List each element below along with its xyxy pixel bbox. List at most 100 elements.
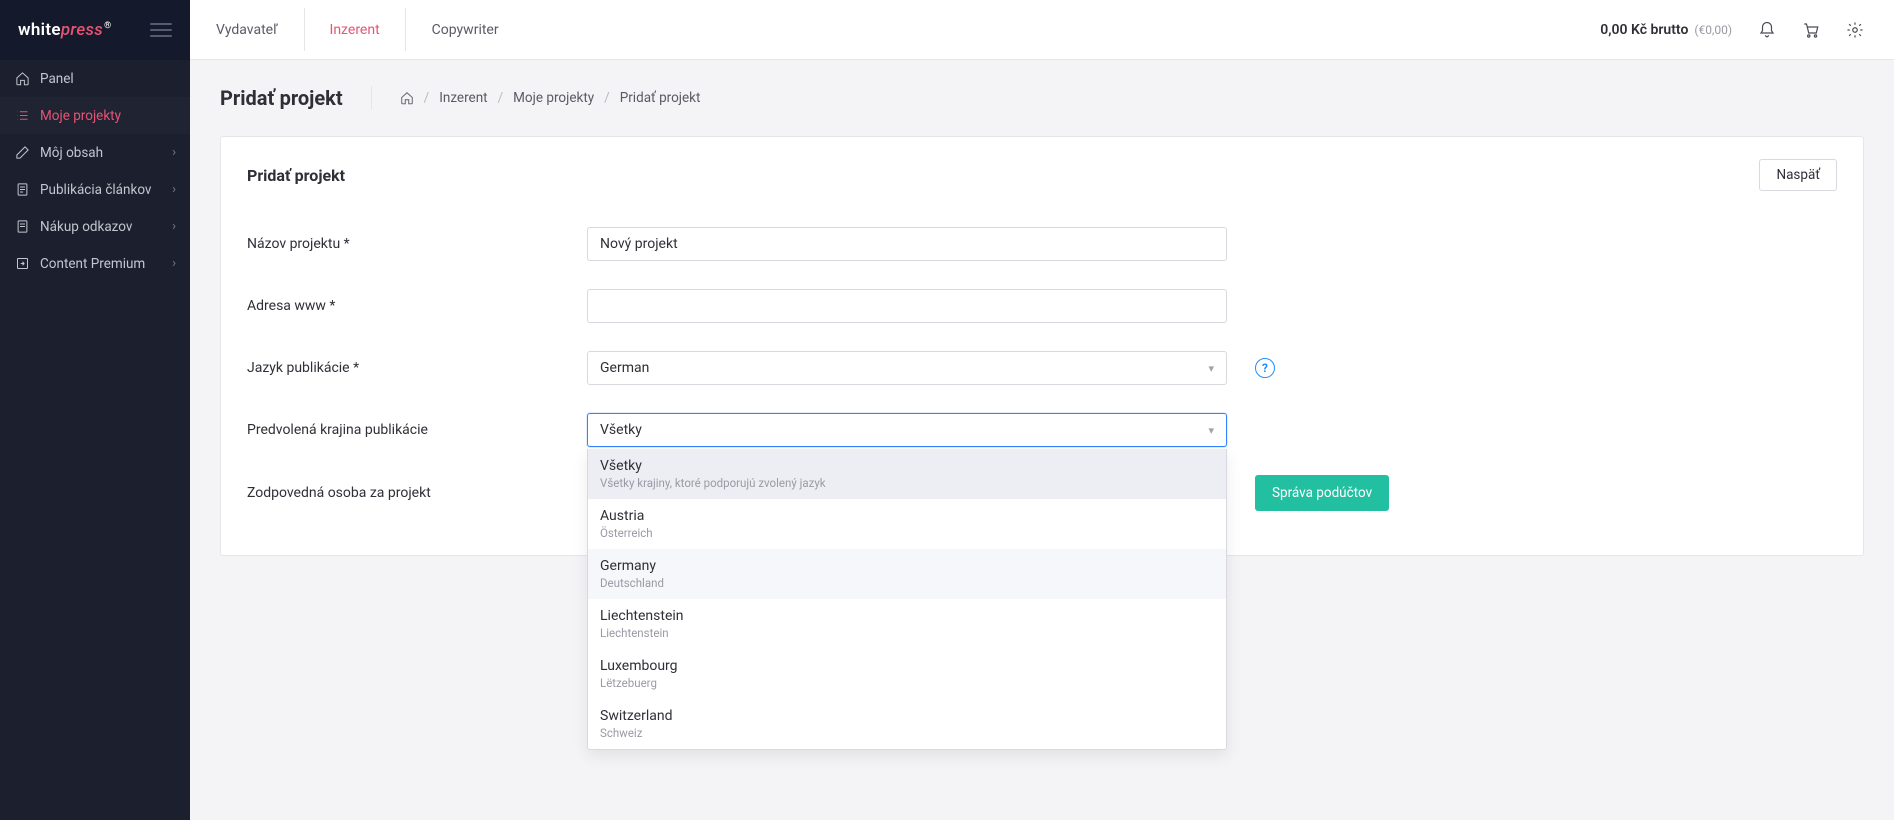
sidebar-item-label: Content Premium [40,256,145,272]
gear-icon[interactable] [1846,21,1864,39]
card-title: Pridať projekt [247,166,345,185]
sidebar-item-label: Nákup odkazov [40,219,132,235]
chevron-down-icon: ▾ [1208,424,1214,437]
external-icon [14,256,30,272]
sidebar: whitepress® Panel Moje projekty Môj obsa… [0,0,190,820]
dropdown-option-switzerland[interactable]: Switzerland Schweiz [588,699,1226,749]
dropdown-option-vsetky[interactable]: Všetky Všetky krajiny, ktoré podporujú z… [588,449,1226,499]
brand-part1: white [18,20,61,40]
sidebar-item-moj-obsah[interactable]: Môj obsah › [0,134,190,171]
label-country: Predvolená krajina publikácie [247,422,587,438]
input-www[interactable] [587,289,1227,323]
field-project-name [587,227,1227,261]
balance-main: 0,00 Kč brutto [1600,22,1688,38]
page-header: Pridať projekt / Inzerent / Moje projekt… [190,60,1894,136]
row-language: Jazyk publikácie * German ▾ ? [247,337,1837,399]
row-country: Predvolená krajina publikácie Všetky ▾ V… [247,399,1837,461]
tab-label: Vydavateľ [216,22,278,38]
option-title: Všetky [600,458,1214,474]
breadcrumb-sep: / [424,90,430,106]
chevron-right-icon: › [172,145,176,160]
brand-part2: press [61,20,103,40]
select-language-value: German [600,360,649,376]
dropdown-option-germany[interactable]: Germany Deutschland [588,549,1226,599]
option-title: Liechtenstein [600,608,1214,624]
top-nav: Vydavateľ Inzerent Copywriter 0,00 Kč br… [190,0,1894,60]
balance-sub: (€0,00) [1694,23,1732,37]
breadcrumb-moje-projekty[interactable]: Moje projekty [513,90,594,106]
option-title: Switzerland [600,708,1214,724]
option-sub: Deutschland [600,576,1214,590]
language-help: ? [1255,358,1275,378]
bell-icon[interactable] [1758,21,1776,39]
select-language[interactable]: German ▾ [587,351,1227,385]
sidebar-nav: Panel Moje projekty Môj obsah › Publikác… [0,60,190,282]
dropdown-option-liechtenstein[interactable]: Liechtenstein Liechtenstein [588,599,1226,649]
breadcrumb-home-icon[interactable] [400,91,414,105]
brand-logo[interactable]: whitepress® [18,20,111,40]
sidebar-item-publikacia-clankov[interactable]: Publikácia článkov › [0,171,190,208]
info-icon[interactable]: ? [1255,358,1275,378]
breadcrumb-current: Pridať projekt [620,90,701,106]
tab-inzerent[interactable]: Inzerent [304,0,406,59]
option-title: Luxembourg [600,658,1214,674]
sidebar-item-content-premium[interactable]: Content Premium › [0,245,190,282]
menu-toggle-icon[interactable] [150,23,172,37]
list-icon [14,108,30,124]
top-tabs: Vydavateľ Inzerent Copywriter [190,0,525,59]
chevron-right-icon: › [172,219,176,234]
document-icon [14,182,30,198]
label-www: Adresa www * [247,298,587,314]
country-dropdown: Všetky Všetky krajiny, ktoré podporujú z… [587,449,1227,750]
dropdown-option-austria[interactable]: Austria Österreich [588,499,1226,549]
sidebar-item-label: Môj obsah [40,145,103,161]
page-title: Pridať projekt [220,86,372,110]
dropdown-option-luxembourg[interactable]: Luxembourg Lëtzebuerg [588,649,1226,699]
edit-icon [14,145,30,161]
sidebar-item-moje-projekty[interactable]: Moje projekty [0,97,190,134]
option-sub: Liechtenstein [600,626,1214,640]
option-title: Austria [600,508,1214,524]
owner-extra: Správa podúčtov [1255,475,1389,511]
breadcrumb: / Inzerent / Moje projekty / Pridať proj… [400,90,701,106]
sidebar-item-nakup-odkazov[interactable]: Nákup odkazov › [0,208,190,245]
card-body: Názov projektu * Adresa www * Jazyk publ… [221,213,1863,555]
back-button[interactable]: Naspäť [1759,159,1837,191]
field-country: Všetky ▾ Všetky Všetky krajiny, ktoré po… [587,413,1227,447]
label-owner: Zodpovedná osoba za projekt [247,485,587,501]
label-language: Jazyk publikácie * [247,360,587,376]
option-sub: Schweiz [600,726,1214,740]
tab-vydavatel[interactable]: Vydavateľ [190,0,304,59]
form-card: Pridať projekt Naspäť Názov projektu * A… [220,136,1864,556]
breadcrumb-sep: / [604,90,610,106]
input-project-name[interactable] [587,227,1227,261]
label-project-name: Názov projektu * [247,236,587,252]
row-www: Adresa www * [247,275,1837,337]
tab-label: Inzerent [330,22,380,38]
sidebar-item-panel[interactable]: Panel [0,60,190,97]
tab-label: Copywriter [432,22,499,38]
select-country[interactable]: Všetky ▾ [587,413,1227,447]
sidebar-item-label: Panel [40,71,74,87]
balance-display[interactable]: 0,00 Kč brutto (€0,00) [1600,22,1732,38]
chevron-right-icon: › [172,182,176,197]
tab-copywriter[interactable]: Copywriter [406,0,525,59]
main-area: Vydavateľ Inzerent Copywriter 0,00 Kč br… [190,0,1894,820]
option-title: Germany [600,558,1214,574]
row-project-name: Názov projektu * [247,213,1837,275]
document-icon [14,219,30,235]
field-www [587,289,1227,323]
manage-subaccounts-button[interactable]: Správa podúčtov [1255,475,1389,511]
cart-icon[interactable] [1802,21,1820,39]
option-sub: Österreich [600,526,1214,540]
option-sub: Všetky krajiny, ktoré podporujú zvolený … [600,476,1214,490]
sidebar-item-label: Moje projekty [40,108,121,124]
select-country-value: Všetky [600,422,642,438]
home-icon [14,71,30,87]
sidebar-header: whitepress® [0,0,190,60]
sidebar-item-label: Publikácia článkov [40,182,151,198]
top-right: 0,00 Kč brutto (€0,00) [1600,0,1864,59]
breadcrumb-inzerent[interactable]: Inzerent [439,90,487,106]
field-language: German ▾ [587,351,1227,385]
breadcrumb-sep: / [498,90,504,106]
